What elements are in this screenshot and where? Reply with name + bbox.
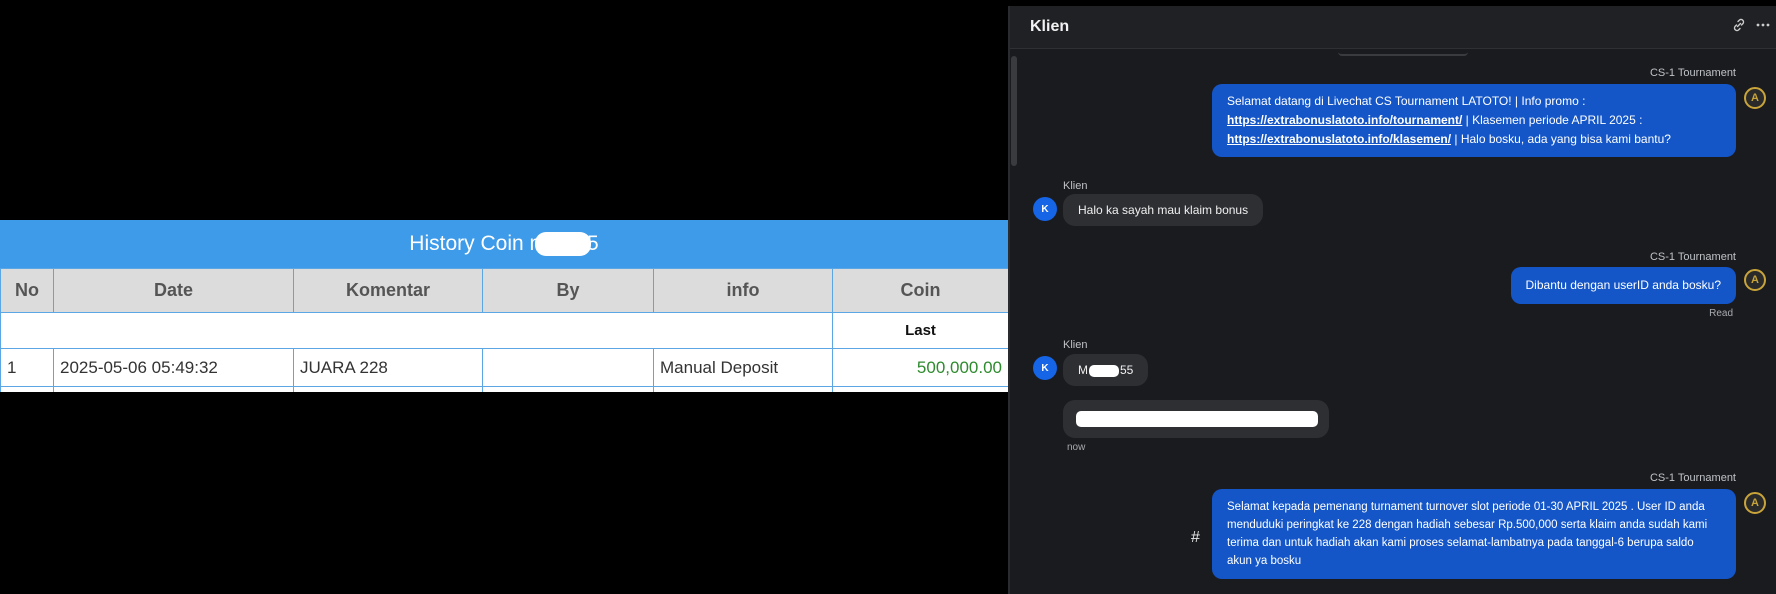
agent-avatar: A <box>1744 492 1766 514</box>
agent-message-bubble: Selamat kepada pemenang turnament turnov… <box>1212 489 1736 579</box>
message-text: | Klasemen periode APRIL 2025 : <box>1462 113 1643 127</box>
agent-message-bubble: Selamat datang di Livechat CS Tournament… <box>1212 84 1736 157</box>
client-message-bubble: M 55 <box>1063 354 1149 386</box>
message-text: M <box>1078 363 1088 377</box>
chat-header: Klien <box>1010 6 1776 49</box>
col-header-date: Date <box>53 268 294 313</box>
message-line: https://extrabonuslatoto.info/tournament… <box>1227 111 1721 130</box>
client-avatar: K <box>1033 197 1057 221</box>
history-title-suffix: 5 <box>587 232 599 255</box>
message-sender-agent: CS-1 Tournament <box>1649 67 1736 79</box>
history-title-prefix: History Coin m <box>409 232 547 255</box>
client-message-bubble: Halo ka sayah mau klaim bonus <box>1063 194 1264 226</box>
col-header-by: By <box>482 268 654 313</box>
message-sender-agent: CS-1 Tournament <box>1649 251 1736 263</box>
tournament-link[interactable]: https://extrabonuslatoto.info/tournament… <box>1227 113 1462 127</box>
message-text: Selamat datang di Livechat CS Tournament… <box>1227 94 1586 108</box>
table-row: 1 2025-05-06 05:49:32 JUARA 228 Manual D… <box>0 348 1008 387</box>
header-actions <box>1732 18 1770 35</box>
read-status: Read <box>1709 308 1733 319</box>
message-sender-client: Klien <box>1063 180 1088 192</box>
cell-date: 2025-05-06 05:49:32 <box>53 348 294 387</box>
client-avatar: K <box>1033 356 1057 380</box>
message-timestamp: now <box>1067 442 1086 453</box>
col-header-no: No <box>0 268 54 313</box>
message-sender-client: Klien <box>1063 339 1088 351</box>
history-coin-panel: History Coin m 5 No Date Komentar By inf… <box>0 220 1008 392</box>
message-sender-agent: CS-1 Tournament <box>1649 472 1736 484</box>
client-redacted-message <box>1063 400 1329 438</box>
redacted-content-mask <box>1076 411 1318 427</box>
cell-no: 1 <box>0 348 54 387</box>
cell-by <box>482 348 654 387</box>
more-icon[interactable] <box>1756 18 1770 35</box>
message-text: 55 <box>1120 363 1134 377</box>
history-title-bar: History Coin m 5 <box>0 220 1008 268</box>
screenshot-stage: History Coin m 5 No Date Komentar By inf… <box>0 0 1776 594</box>
redacted-username-mask <box>535 232 591 256</box>
chat-title: Klien <box>1030 18 1070 35</box>
agent-message-bubble: Dibantu dengan userID anda bosku? <box>1510 267 1736 304</box>
cell-komentar: JUARA 228 <box>293 348 483 387</box>
subheader-last: Last <box>832 312 1008 349</box>
hash-icon[interactable]: # <box>1191 529 1200 547</box>
message-text: | Halo bosku, ada yang bisa kami bantu? <box>1451 132 1671 146</box>
chat-scrollbar[interactable] <box>1010 50 1018 170</box>
klasemen-link[interactable]: https://extrabonuslatoto.info/klasemen/ <box>1227 132 1451 146</box>
redacted-userid-mask <box>1089 364 1119 377</box>
history-table: No Date Komentar By info Coin Last 1 202… <box>0 268 1008 392</box>
history-subheader-row: Last <box>0 312 1008 349</box>
chat-panel: Klien CS-1 Tournament Selamat datang di … <box>1008 6 1776 594</box>
chat-scrollbar-thumb[interactable] <box>1011 56 1017 166</box>
agent-avatar: A <box>1744 87 1766 109</box>
link-icon[interactable] <box>1732 18 1746 35</box>
agent-avatar: A <box>1744 269 1766 291</box>
previous-message-edge <box>1338 50 1468 56</box>
message-line: https://extrabonuslatoto.info/klasemen/ … <box>1227 130 1721 149</box>
subheader-spacer <box>0 312 833 349</box>
message-line: Selamat datang di Livechat CS Tournament… <box>1227 92 1721 111</box>
cell-info: Manual Deposit <box>653 348 833 387</box>
col-header-komentar: Komentar <box>293 268 483 313</box>
col-header-coin: Coin <box>832 268 1008 313</box>
history-header-row: No Date Komentar By info Coin <box>0 268 1008 313</box>
history-title: History Coin m 5 <box>409 232 599 256</box>
cell-coin: 500,000.00 <box>832 348 1008 387</box>
col-header-info: info <box>653 268 833 313</box>
table-row-partial <box>0 386 1008 392</box>
